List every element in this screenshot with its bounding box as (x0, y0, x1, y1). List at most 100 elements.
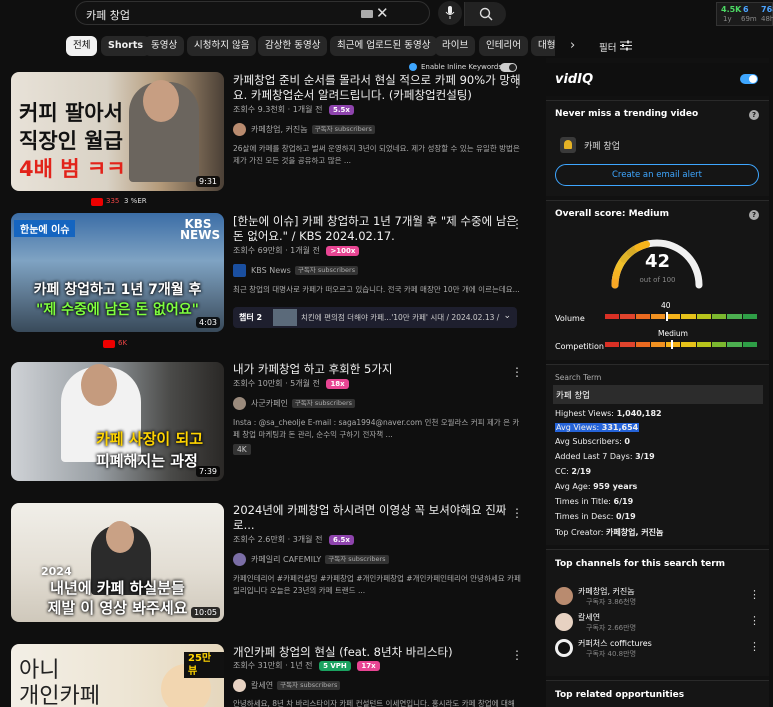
chevron-down-icon[interactable]: ⌄ (503, 311, 511, 321)
keyboard-icon[interactable] (361, 10, 373, 18)
video-description: 26살에 카페를 창업하고 벌써 운영하지 3년이 되었네요. 제가 성장할 수… (233, 144, 520, 165)
inline-keywords-label: Enable Inline Keywords (421, 63, 502, 71)
chip-live[interactable]: 라이브 (435, 36, 476, 56)
chip-all[interactable]: 전체 (66, 36, 98, 56)
channel-name[interactable]: 카페창업, 커진놈 (578, 586, 635, 597)
related-opportunities-title: Top related opportunities (555, 690, 685, 700)
channel-row[interactable]: 사군카페인 구독자 subscribers (233, 397, 356, 410)
more-options-icon[interactable]: ⋮ (511, 506, 523, 520)
chip-videos[interactable]: 동영상 (144, 36, 185, 56)
video-thumbnail[interactable]: 2024 내년에 카페 하실분들 제발 이 영상 봐주세요 10:05 (11, 503, 224, 622)
channel-subs: 구독자 3.86천명 (586, 598, 637, 606)
stat-value: 2/19 (571, 467, 592, 476)
video-thumbnail[interactable]: 카페 사장이 되고 피폐해지는 과정 7:39 (11, 362, 224, 481)
more-options-icon[interactable]: ⋮ (749, 588, 760, 601)
chevron-right-icon[interactable]: › (570, 38, 575, 53)
stat-key: Avg Subscribers: (555, 437, 622, 446)
more-options-icon[interactable]: ⋮ (511, 648, 523, 662)
channel-row[interactable]: KBS News 구독자 subscribers (233, 264, 359, 277)
video-title[interactable]: 내가 카페창업 하고 후회한 5가지 (233, 362, 523, 377)
channel-avatar[interactable] (233, 264, 246, 277)
stat-value: 959 years (593, 482, 638, 491)
channel-name[interactable]: 사군카페인 (251, 398, 288, 409)
channel-avatar[interactable] (555, 639, 573, 657)
channel-row[interactable]: 카페일리 CAFEMILY 구독자 subscribers (233, 553, 389, 566)
chip-watched[interactable]: 감상한 동영상 (258, 36, 328, 56)
channel-avatar[interactable] (233, 123, 246, 136)
video-title[interactable]: 2024년에 카페창업 하시려면 이영상 꼭 보셔야해요 진짜로... (233, 503, 523, 533)
video-title[interactable]: [한눈에 이슈] 카페 창업하고 1년 7개월 후 "제 수중에 남은 돈 없어… (233, 214, 523, 244)
gauge-fill (634, 240, 651, 252)
channel-name[interactable]: 칼세연 (578, 612, 600, 623)
stat-bottom-1: 69m (741, 15, 757, 23)
search-box[interactable]: 카페 창업 ✕ (75, 1, 506, 26)
chip-unwatched[interactable]: 시청하지 않음 (187, 36, 257, 56)
top-channel-row[interactable]: 칼세연 구독자 2.66만명 ⋮ (555, 611, 765, 635)
youtube-icon (91, 198, 103, 206)
channel-subs: 구독자 2.66만명 (586, 624, 637, 632)
help-icon[interactable]: ? (749, 110, 759, 120)
filter-icon[interactable] (620, 40, 632, 51)
stat-value: 0/19 (616, 512, 636, 521)
subscriber-tag: 구독자 subscribers (311, 125, 375, 134)
channel-avatar[interactable] (233, 553, 246, 566)
video-thumbnail[interactable]: 한눈에 이슈 KBS NEWS 카페 창업하고 1년 7개월 후 "제 수중에 … (11, 213, 224, 332)
stat-row: Highest Views: 1,040,182 (555, 409, 662, 418)
kbs-logo: KBS NEWS (180, 217, 221, 242)
likes-count: 6K (118, 339, 128, 347)
video-thumbnail[interactable]: 커피 팔아서 직장인 월급 4배 범 ㅋㅋ 9:31 (11, 72, 224, 191)
help-icon[interactable]: ? (749, 210, 759, 220)
stat-value: 6/19 (613, 497, 634, 506)
search-term-value: 카페 창업 (556, 391, 590, 401)
channel-avatar[interactable] (233, 679, 246, 692)
search-term-field[interactable]: 카페 창업 (553, 385, 763, 404)
stat-row: Added Last 7 Days: 3/19 (555, 452, 655, 461)
channel-name[interactable]: 카페일리 CAFEMILY (251, 554, 321, 565)
chip-interior[interactable]: 인테리어 (479, 36, 528, 56)
chapter-row[interactable]: 챕터 2 치킨에 편의점 더해야 카페...'10만 카페' 시대 / 2024… (233, 307, 517, 328)
search-button[interactable] (464, 2, 506, 26)
chip-recently-uploaded[interactable]: 최근에 업로드된 동영상 (330, 36, 438, 56)
search-input[interactable]: 카페 창업 (86, 7, 130, 23)
thumb-text-line: 4배 범 ㅋㅋ (19, 157, 126, 181)
top-channel-row[interactable]: 카페창업, 커진놈 구독자 3.86천명 ⋮ (555, 585, 765, 609)
video-title[interactable]: 개인카페 창업의 현실 (feat. 8년차 바리스타) (233, 645, 523, 660)
more-options-icon[interactable]: ⋮ (749, 640, 760, 653)
chapter-text: 치킨에 편의점 더해야 카페...'10만 카페' 시대 / 2024.02.1… (301, 313, 501, 322)
chip-large[interactable]: 대형 (531, 36, 555, 56)
channel-name[interactable]: 카페창업, 커진놈 (251, 124, 308, 135)
top-channel-row[interactable]: 커퍼처스 coffictures 구독자 40.8만명 ⋮ (555, 637, 765, 661)
extension-stats-widget[interactable]: 4.5K 6 768 1y 69m 48h (716, 2, 773, 26)
upload-age: 1개월 전 (292, 105, 323, 114)
more-options-icon[interactable]: ⋮ (511, 365, 523, 379)
stat-value: 카페창업, 커진놈 (606, 528, 664, 537)
channel-avatar[interactable] (555, 613, 573, 631)
channel-name[interactable]: KBS News (251, 266, 291, 275)
video-title[interactable]: 카페창업 준비 순서를 몰라서 현실 적으로 카페 90%가 망해요. 카페창업… (233, 73, 523, 103)
score-out-of: out of 100 (639, 276, 676, 284)
channel-avatar[interactable] (555, 587, 573, 605)
filter-label[interactable]: 필터 (599, 40, 616, 54)
video-description: 안녕하세요, 8년 차 바리스타이자 카페 컨설턴트 이세연입니다. 홍시라도 … (233, 699, 515, 707)
stat-key: Highest Views: (555, 409, 615, 418)
channel-name[interactable]: 커퍼처스 coffictures (578, 638, 652, 649)
voice-search-button[interactable] (438, 1, 462, 25)
volume-label: Volume (555, 314, 585, 323)
more-options-icon[interactable]: ⋮ (511, 76, 523, 90)
chip-shorts[interactable]: Shorts (101, 36, 151, 56)
channel-name[interactable]: 칼세연 (251, 680, 273, 691)
channel-row[interactable]: 칼세연 구독자 subscribers (233, 679, 341, 692)
more-options-icon[interactable]: ⋮ (511, 217, 523, 231)
channel-row[interactable]: 카페창업, 커진놈 구독자 subscribers (233, 123, 375, 136)
video-meta: 조회수 2.6만회 · 3개월 전 6.5x (233, 534, 354, 545)
create-email-alert-button[interactable]: Create an email alert (555, 164, 759, 186)
inline-keywords-toggle[interactable] (500, 63, 517, 72)
channel-avatar[interactable] (233, 397, 246, 410)
vidiq-enable-toggle[interactable] (740, 74, 758, 84)
more-options-icon[interactable]: ⋮ (749, 614, 760, 627)
competition-label: Competition (555, 342, 604, 351)
stat-bottom-2: 48h (761, 15, 773, 23)
view-count: 조회수 69만회 (233, 246, 283, 255)
video-thumbnail[interactable]: 아니 개인카페 25만뷰 (11, 644, 224, 707)
clear-search-icon[interactable]: ✕ (376, 4, 389, 22)
